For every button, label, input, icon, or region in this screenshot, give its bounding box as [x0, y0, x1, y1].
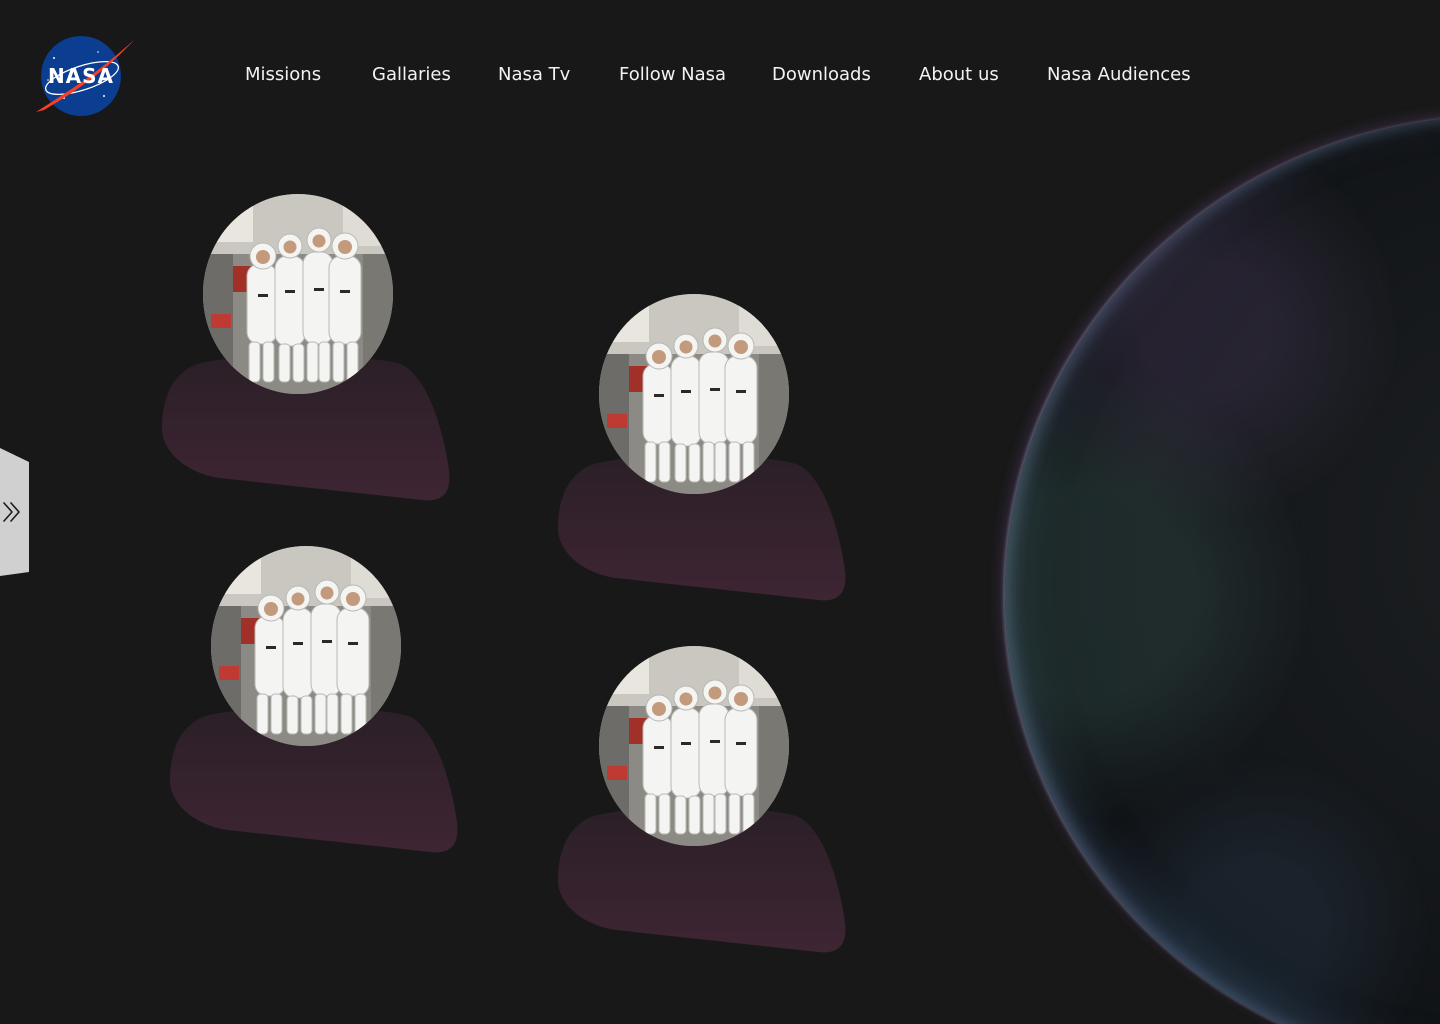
- astronaut-crew-image: [203, 194, 393, 394]
- nav-gallaries[interactable]: Gallaries: [372, 62, 451, 88]
- side-drawer-toggle[interactable]: [0, 448, 29, 576]
- crew-photo: [203, 194, 393, 394]
- nav-downloads[interactable]: Downloads: [772, 62, 871, 88]
- nav-nasa-tv[interactable]: Nasa Tv: [498, 62, 570, 88]
- crew-card[interactable]: [168, 546, 468, 856]
- nav-about-us[interactable]: About us: [919, 62, 999, 88]
- nav-missions[interactable]: Missions: [245, 62, 321, 88]
- nav-nasa-audiences[interactable]: Nasa Audiences: [1047, 62, 1191, 88]
- astronaut-crew-image: [211, 546, 401, 746]
- nav-follow-nasa[interactable]: Follow Nasa: [619, 62, 726, 88]
- crew-card[interactable]: [556, 646, 856, 956]
- crew-photo: [599, 646, 789, 846]
- page: NASA Missions Gallaries Nasa Tv Follow N…: [0, 0, 1440, 1024]
- planet-image: [1005, 115, 1440, 1024]
- crew-card[interactable]: [160, 194, 460, 504]
- main-nav: Missions Gallaries Nasa Tv Follow Nasa D…: [0, 62, 1300, 88]
- astronaut-crew-image: [599, 294, 789, 494]
- crew-card[interactable]: [556, 294, 856, 604]
- planet-surface-texture: [1005, 115, 1440, 1024]
- astronaut-crew-image: [599, 646, 789, 846]
- crew-photo: [599, 294, 789, 494]
- crew-photo: [211, 546, 401, 746]
